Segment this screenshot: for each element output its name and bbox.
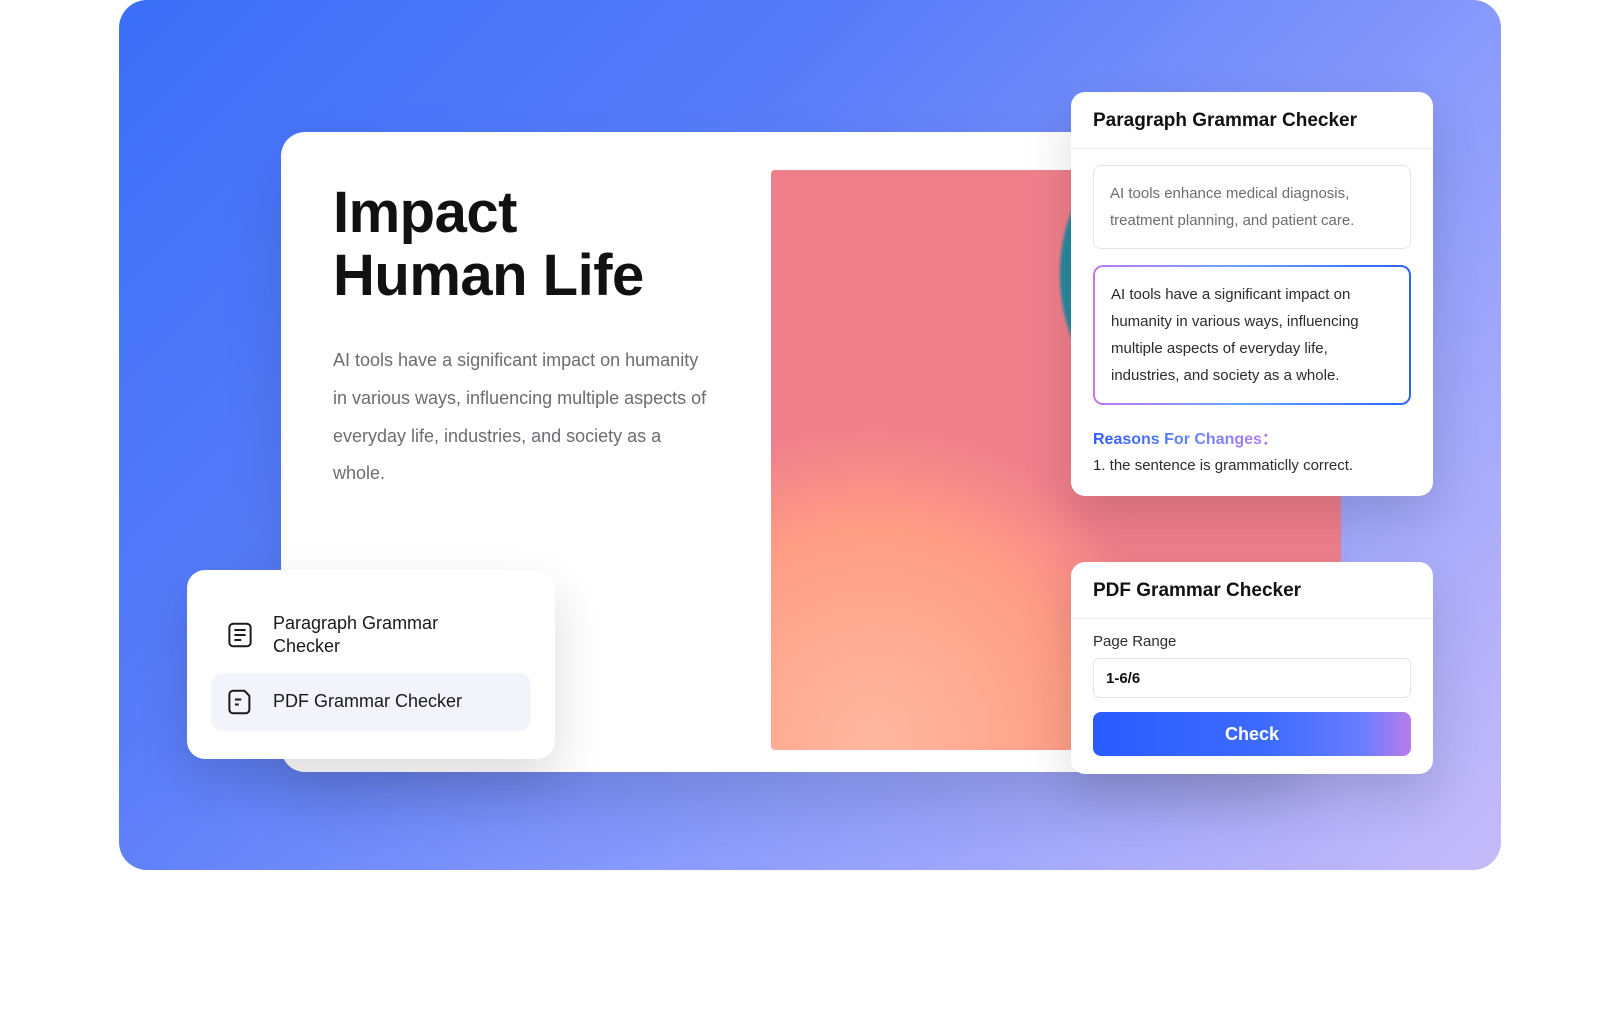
paragraph-output-box: AI tools have a significant impact on hu… bbox=[1093, 265, 1411, 405]
tool-menu: Paragraph Grammar Checker PDF Grammar Ch… bbox=[187, 570, 555, 759]
page-range-label: Page Range bbox=[1093, 633, 1411, 650]
document-title: Impact Human Life bbox=[333, 182, 644, 307]
menu-item-pdf-grammar-checker[interactable]: PDF Grammar Checker bbox=[211, 673, 531, 731]
document-title-line1: Impact bbox=[333, 180, 517, 245]
paragraph-icon bbox=[225, 620, 255, 650]
reasons-heading: Reasons For Changes： bbox=[1093, 425, 1278, 449]
check-button[interactable]: Check bbox=[1093, 712, 1411, 756]
paragraph-grammar-checker-panel: Paragraph Grammar Checker AI tools enhan… bbox=[1071, 92, 1433, 496]
pdf-grammar-checker-panel: PDF Grammar Checker Page Range Check bbox=[1071, 562, 1433, 774]
paragraph-output-text: AI tools have a significant impact on hu… bbox=[1095, 267, 1409, 403]
panel-title: PDF Grammar Checker bbox=[1071, 562, 1433, 619]
panel-title: Paragraph Grammar Checker bbox=[1071, 92, 1433, 149]
page-range-input[interactable] bbox=[1093, 658, 1411, 698]
document-icon bbox=[225, 687, 255, 717]
paragraph-input-box[interactable]: AI tools enhance medical diagnosis, trea… bbox=[1093, 165, 1411, 249]
reason-item: 1. the sentence is grammaticlly correct. bbox=[1093, 455, 1411, 478]
document-body: AI tools have a significant impact on hu… bbox=[333, 342, 713, 493]
canvas: Impact Human Life AI tools have a signif… bbox=[119, 0, 1501, 870]
menu-item-paragraph-grammar-checker[interactable]: Paragraph Grammar Checker bbox=[211, 598, 531, 673]
check-button-label: Check bbox=[1225, 724, 1279, 745]
menu-item-label: Paragraph Grammar Checker bbox=[273, 612, 493, 659]
menu-item-label: PDF Grammar Checker bbox=[273, 690, 462, 713]
document-title-line2: Human Life bbox=[333, 243, 644, 308]
